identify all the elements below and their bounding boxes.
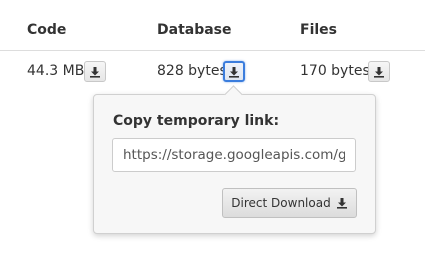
download-icon [229,66,239,78]
direct-download-button[interactable]: Direct Download [222,188,357,218]
download-sizes-panel: Code Database Files 44.3 MB 828 bytes 17… [0,0,425,259]
download-code-button[interactable] [84,61,106,82]
download-icon [90,66,100,78]
header-divider [0,50,425,51]
download-icon [336,198,347,209]
direct-download-label: Direct Download [231,196,331,210]
code-size: 44.3 MB [27,63,85,79]
header-database: Database [157,22,232,38]
header-code: Code [27,22,67,38]
download-database-button[interactable] [223,61,245,82]
temporary-link-input[interactable] [112,138,356,172]
files-size: 170 bytes [300,63,370,79]
download-files-button[interactable] [368,61,390,82]
popover-title: Copy temporary link: [113,113,280,129]
database-size: 828 bytes [157,63,227,79]
temporary-link-popover: Copy temporary link: Direct Download [93,94,376,234]
download-icon [374,66,384,78]
header-files: Files [300,22,337,38]
